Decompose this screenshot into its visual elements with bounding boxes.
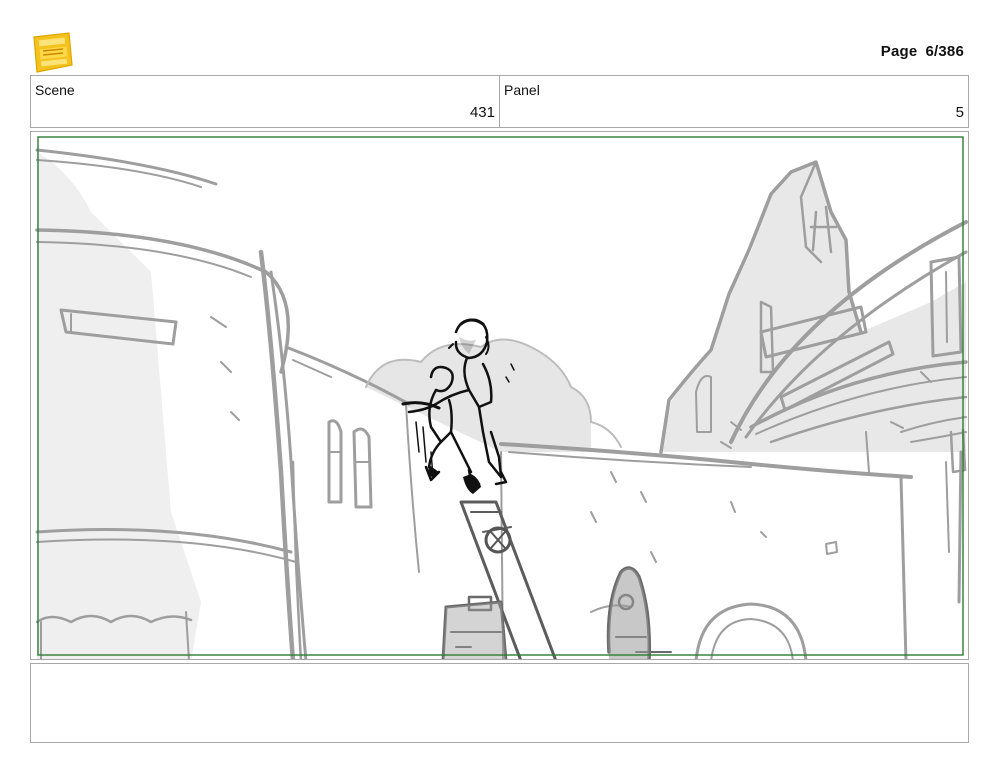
page-label: Page (880, 43, 918, 60)
info-row: Scene 431 Panel 5 (30, 75, 969, 128)
young-jedi-adventures-logo-icon (31, 31, 74, 74)
page-value: 6/386 (925, 43, 964, 60)
scene-value: 431 (469, 104, 495, 121)
panel-cell: Panel 5 (499, 76, 968, 127)
scene-label: Scene (35, 82, 75, 98)
panel-value: 5 (955, 104, 964, 121)
scene-cell: Scene 431 (31, 76, 499, 127)
storyboard-panel (30, 131, 969, 660)
page-number: Page 6/386 (881, 43, 964, 60)
notes-box (30, 663, 969, 743)
panel-sketch (35, 136, 968, 659)
panel-label: Panel (504, 82, 540, 98)
